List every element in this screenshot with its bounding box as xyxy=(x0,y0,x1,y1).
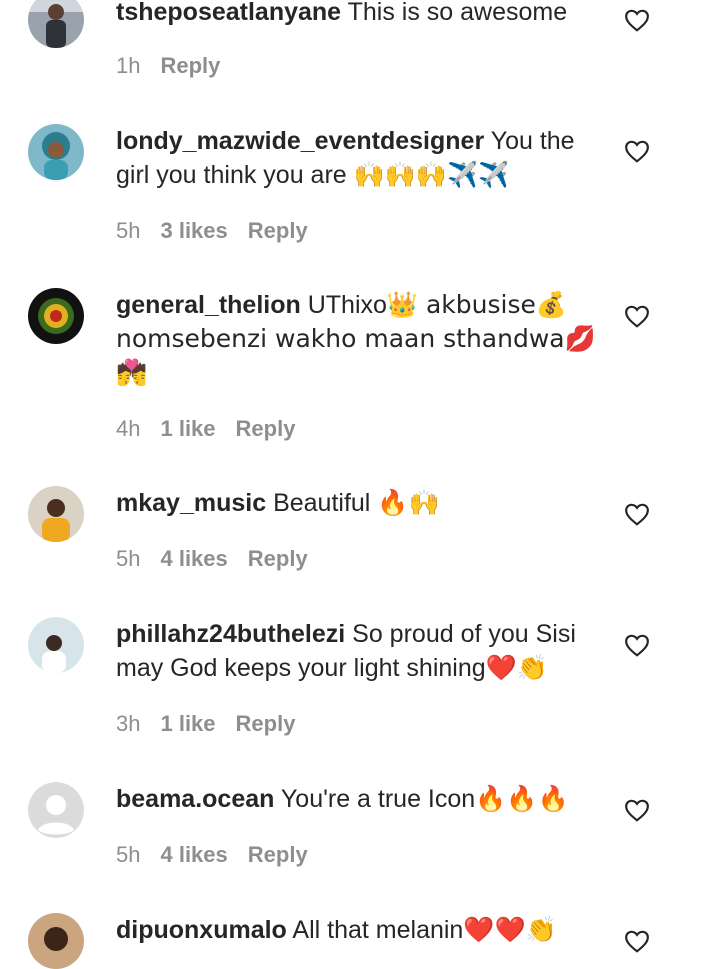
timestamp: 5h xyxy=(116,842,141,867)
comment-emoji: ❤️👏 xyxy=(485,653,548,682)
heart-outline-icon[interactable] xyxy=(624,8,650,32)
comment-text: mkay_music Beautiful 🔥🙌 xyxy=(116,486,596,520)
reply-button[interactable]: Reply xyxy=(236,416,296,442)
username[interactable]: mkay_music xyxy=(116,489,266,517)
avatar[interactable] xyxy=(28,486,84,542)
reply-button[interactable]: Reply xyxy=(236,711,296,737)
comment-text: general_thelion UThixo👑 akbusise💰 nomseb… xyxy=(116,288,596,390)
avatar[interactable] xyxy=(28,124,84,180)
reply-button[interactable]: Reply xyxy=(160,53,220,79)
comment-emoji: ❤️❤️👏 xyxy=(463,915,557,944)
comment-body: This is so awesome xyxy=(347,0,568,26)
comment-text: tsheposeatlanyane This is so awesome xyxy=(116,0,596,29)
heart-outline-icon[interactable] xyxy=(624,304,650,328)
comment-text: dipuonxumalo All that melanin❤️❤️👏 xyxy=(116,913,596,947)
comment-body: UThixo xyxy=(307,291,387,319)
comment-emoji: 🔥🙌 xyxy=(377,488,440,517)
comment-meta: 1h Reply xyxy=(116,53,220,79)
comment-meta: 5h 4 likes Reply xyxy=(116,546,308,572)
timestamp: 1h xyxy=(116,53,141,78)
username[interactable]: londy_mazwide_eventdesigner xyxy=(116,127,484,155)
username[interactable]: general_thelion xyxy=(116,291,301,319)
comment-text: londy_mazwide_eventdesigner You the girl… xyxy=(116,124,596,192)
username[interactable]: phillahz24buthelezi xyxy=(116,620,345,648)
heart-outline-icon[interactable] xyxy=(624,929,650,953)
timestamp: 5h xyxy=(116,218,141,243)
username[interactable]: tsheposeatlanyane xyxy=(116,0,341,26)
comment-emoji: 🔥🔥🔥 xyxy=(475,784,569,813)
avatar[interactable] xyxy=(28,288,84,344)
comment-emoji: 🙌🙌🙌✈️✈️ xyxy=(353,160,510,189)
likes-count[interactable]: 3 likes xyxy=(160,218,227,244)
comment-body: You're a true Icon xyxy=(280,785,476,813)
likes-count[interactable]: 1 like xyxy=(160,711,215,737)
comment-body: Beautiful xyxy=(273,489,371,517)
heart-outline-icon[interactable] xyxy=(624,798,650,822)
comment-body: All that melanin xyxy=(292,916,464,944)
comment-text: beama.ocean You're a true Icon🔥🔥🔥 xyxy=(116,782,596,816)
timestamp: 4h xyxy=(116,416,141,441)
comment-meta: 4h 1 like Reply xyxy=(116,416,295,442)
heart-outline-icon[interactable] xyxy=(624,633,650,657)
avatar[interactable] xyxy=(28,782,84,838)
comment-text: phillahz24buthelezi So proud of you Sisi… xyxy=(116,617,596,685)
avatar[interactable] xyxy=(28,0,84,48)
comment-meta: 5h 4 likes Reply xyxy=(116,842,308,868)
heart-outline-icon[interactable] xyxy=(624,502,650,526)
username[interactable]: beama.ocean xyxy=(116,785,274,813)
heart-outline-icon[interactable] xyxy=(624,139,650,163)
reply-button[interactable]: Reply xyxy=(248,546,308,572)
likes-count[interactable]: 4 likes xyxy=(160,842,227,868)
likes-count[interactable]: 4 likes xyxy=(160,546,227,572)
reply-button[interactable]: Reply xyxy=(248,218,308,244)
comment-meta: 3h 1 like Reply xyxy=(116,711,295,737)
avatar[interactable] xyxy=(28,617,84,673)
timestamp: 5h xyxy=(116,546,141,571)
reply-button[interactable]: Reply xyxy=(248,842,308,868)
likes-count[interactable]: 1 like xyxy=(160,416,215,442)
username[interactable]: dipuonxumalo xyxy=(116,916,287,944)
avatar[interactable] xyxy=(28,913,84,969)
comment-meta: 5h 3 likes Reply xyxy=(116,218,308,244)
timestamp: 3h xyxy=(116,711,141,736)
